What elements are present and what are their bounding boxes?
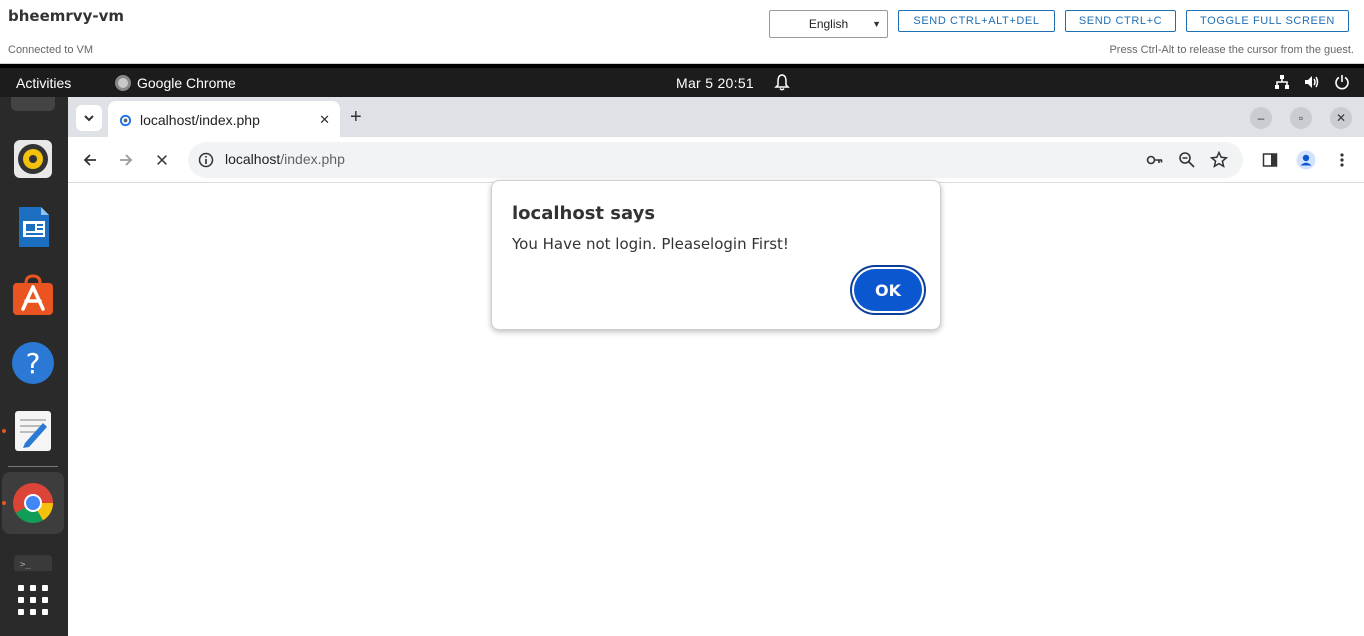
- bookmark-star-icon[interactable]: [1210, 151, 1228, 169]
- avatar-icon: [1296, 150, 1316, 170]
- restore-button[interactable]: ▫: [1290, 107, 1312, 129]
- tab-search-button[interactable]: [76, 105, 102, 131]
- profile-button[interactable]: [1296, 150, 1316, 170]
- close-icon: [157, 155, 167, 165]
- gnome-top-bar: Activities Google Chrome Mar 5 20:51: [0, 68, 1364, 97]
- running-indicator: [2, 501, 6, 505]
- vm-connection-status: Connected to VM: [8, 44, 93, 56]
- help-icon: ?: [12, 342, 54, 384]
- running-indicator: [2, 429, 6, 433]
- show-apps-icon: [18, 585, 48, 615]
- tab-strip: localhost/index.php ✕ + – ▫ ✕: [68, 97, 1364, 137]
- activities-button[interactable]: Activities: [16, 75, 71, 91]
- keyboard-language-select[interactable]: English ▼: [769, 10, 888, 38]
- browser-toolbar: localhost/index.php: [68, 137, 1364, 183]
- release-cursor-hint: Press Ctrl-Alt to release the cursor fro…: [1109, 44, 1354, 56]
- tab-close-icon[interactable]: ✕: [319, 112, 330, 128]
- url-host: localhost: [225, 151, 281, 167]
- language-value: English: [808, 17, 849, 31]
- back-button[interactable]: [80, 150, 100, 170]
- rhythmbox-launcher[interactable]: [11, 137, 55, 181]
- more-vertical-icon: [1340, 153, 1344, 167]
- send-ctrl-alt-del-button[interactable]: SEND CTRL+ALT+DEL: [898, 10, 1055, 32]
- key-icon[interactable]: [1146, 151, 1164, 169]
- text-editor-icon: [15, 411, 51, 451]
- stop-loading-button[interactable]: [152, 150, 172, 170]
- toggle-full-screen-button[interactable]: TOGGLE FULL SCREEN: [1186, 10, 1349, 32]
- loading-favicon-icon: [119, 114, 132, 127]
- chrome-icon: [115, 75, 131, 91]
- minimize-button[interactable]: –: [1250, 107, 1272, 129]
- app-menu[interactable]: Google Chrome: [115, 75, 236, 91]
- dock-separator: [8, 466, 58, 467]
- chrome-icon: [13, 483, 53, 523]
- ok-button[interactable]: OK: [854, 269, 922, 311]
- zoom-icon[interactable]: [1178, 151, 1196, 169]
- libreoffice-writer-icon: [19, 207, 49, 247]
- app-menu-label: Google Chrome: [137, 75, 236, 91]
- site-info-icon[interactable]: [198, 152, 214, 168]
- chrome-window: localhost/index.php ✕ + – ▫ ✕ localhost/…: [68, 97, 1364, 636]
- ubuntu-dock: ? >_: [0, 97, 68, 636]
- url-path: /index.php: [280, 151, 345, 167]
- new-tab-button[interactable]: +: [350, 106, 362, 129]
- system-tray[interactable]: [1274, 74, 1350, 90]
- app-center-icon: [13, 274, 53, 315]
- forward-button[interactable]: [116, 150, 136, 170]
- dialog-message: You Have not login. Pleaselogin First!: [512, 235, 789, 253]
- svg-text:?: ?: [26, 347, 41, 380]
- tab-localhost[interactable]: localhost/index.php ✕: [108, 101, 340, 137]
- chevron-down-icon: [84, 115, 94, 122]
- app-center-launcher[interactable]: [11, 273, 55, 317]
- vm-name: bheemrvy-vm: [8, 7, 124, 25]
- chrome-menu-button[interactable]: [1332, 150, 1352, 170]
- chevron-down-icon: ▼: [872, 19, 881, 29]
- chrome-launcher[interactable]: [11, 481, 55, 525]
- libreoffice-writer-launcher[interactable]: [11, 205, 55, 249]
- side-panel-icon: [1262, 153, 1278, 167]
- show-apps-button[interactable]: [11, 578, 55, 622]
- help-launcher[interactable]: ?: [11, 341, 55, 385]
- volume-icon: [1305, 76, 1319, 88]
- arrow-right-icon: [120, 154, 133, 166]
- terminal-launcher[interactable]: >_: [11, 551, 55, 571]
- network-icon: [1275, 75, 1289, 89]
- power-icon: [1335, 75, 1349, 90]
- dock-overflow-item: [11, 97, 55, 111]
- terminal-icon: >_: [14, 555, 52, 571]
- alert-dialog: localhost says You Have not login. Pleas…: [491, 180, 941, 330]
- address-bar[interactable]: localhost/index.php: [188, 142, 1243, 178]
- dialog-title: localhost says: [512, 203, 656, 224]
- close-window-button[interactable]: ✕: [1330, 107, 1352, 129]
- vm-console-header: bheemrvy-vm Connected to VM English ▼ SE…: [0, 0, 1364, 64]
- arrow-left-icon: [83, 154, 96, 166]
- rhythmbox-icon: [14, 140, 52, 178]
- side-panel-button[interactable]: [1260, 150, 1280, 170]
- send-ctrl-c-button[interactable]: SEND CTRL+C: [1065, 10, 1176, 32]
- notification-bell-icon[interactable]: [774, 74, 790, 91]
- url-text: localhost/index.php: [225, 151, 345, 167]
- text-editor-launcher[interactable]: [11, 409, 55, 453]
- svg-text:>_: >_: [20, 560, 31, 570]
- tab-title: localhost/index.php: [140, 112, 260, 128]
- clock[interactable]: Mar 5 20:51: [676, 75, 754, 91]
